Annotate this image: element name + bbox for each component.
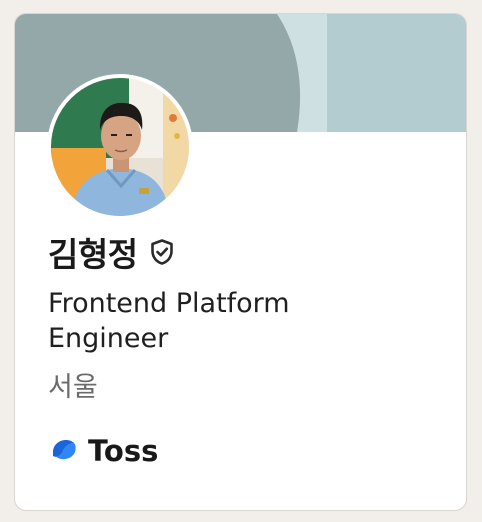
company-name[interactable]: Toss <box>88 434 158 468</box>
profile-avatar <box>47 74 193 220</box>
profile-location: 서울 <box>48 372 98 403</box>
profile-name: 김형정 <box>48 235 138 274</box>
profile-job-title: Frontend Platform Engineer <box>48 288 290 354</box>
name-row: 김형정 <box>48 228 176 276</box>
shield-check-icon <box>148 234 176 270</box>
profile-card: 김형정 Frontend Platform Engineer 서울 Toss <box>14 13 467 511</box>
company-row: Toss <box>50 434 158 468</box>
toss-logo-icon <box>50 436 78 466</box>
